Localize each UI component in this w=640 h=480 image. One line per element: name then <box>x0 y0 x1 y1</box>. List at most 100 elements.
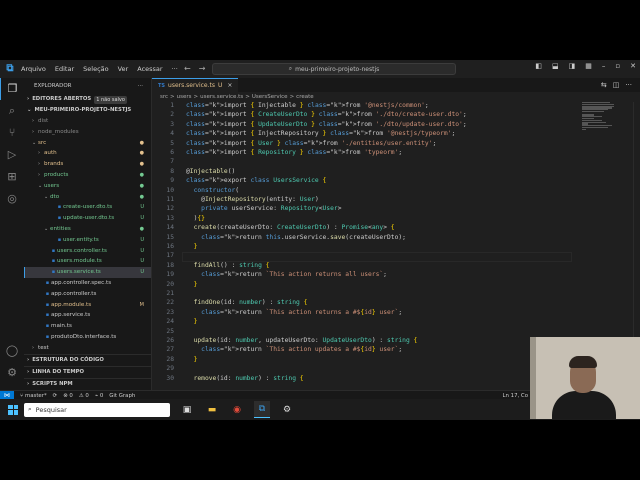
tree-folder[interactable]: › test <box>24 343 151 354</box>
code-line[interactable]: class="k">return this.userService.save(c… <box>186 234 406 241</box>
menu-go[interactable]: Acessar <box>136 65 163 73</box>
tree-folder[interactable]: ⌄ dto ● <box>24 192 151 203</box>
code-line[interactable]: class="k">return `This action returns a … <box>186 309 402 316</box>
breadcrumb-item[interactable]: src <box>160 92 168 102</box>
menu-edit[interactable]: Editar <box>54 65 75 73</box>
tab-users-service[interactable]: TS users.service.ts U × <box>152 78 239 92</box>
chrome-icon[interactable]: ◉ <box>229 402 245 418</box>
code-line[interactable]: private userService: Repository<User> <box>186 205 341 212</box>
code-line[interactable]: } <box>186 318 198 325</box>
explorer-icon[interactable]: ❐ <box>0 78 24 100</box>
taskbar-search[interactable]: ⌕ Pesquisar <box>24 402 170 417</box>
timeline-section[interactable]: › LINHA DO TEMPO <box>24 366 151 378</box>
code-line[interactable]: class="k">import { User } class="k">from… <box>186 140 436 147</box>
maximize-icon[interactable]: ▫ <box>615 62 620 70</box>
customize-layout-icon[interactable]: ▦ <box>585 62 592 70</box>
code-line[interactable]: findOne(id: number) : string { <box>186 299 308 306</box>
toggle-panel-icon[interactable]: ⬓ <box>552 62 559 70</box>
vscode-taskbar-icon[interactable]: ⧉ <box>254 401 270 418</box>
npm-scripts-section[interactable]: › SCRIPTS NPM <box>24 378 151 390</box>
tree-folder[interactable]: › brands ● <box>24 159 151 170</box>
tree-file[interactable]: ▪ users.controller.ts U <box>24 246 151 257</box>
tree-folder[interactable]: ⌄ entities ● <box>24 224 151 235</box>
tree-file[interactable]: ▪ users.service.ts U <box>24 267 151 278</box>
code-line[interactable]: class="k">return `This action returns al… <box>186 271 387 278</box>
split-editor-icon[interactable]: ◫ <box>613 81 620 89</box>
windows-start-icon[interactable] <box>8 404 18 415</box>
tree-folder[interactable]: › node_modules <box>24 127 151 138</box>
code-line[interactable]: update(id: number, updateUserDto: Update… <box>186 337 418 344</box>
sync-icon[interactable]: ⟳ <box>53 393 58 399</box>
account-icon[interactable]: ◯ <box>0 340 24 362</box>
minimize-icon[interactable]: – <box>602 62 606 70</box>
menu-more[interactable]: ··· <box>171 65 179 73</box>
menu-view[interactable]: Ver <box>117 65 130 73</box>
minimap[interactable] <box>582 102 622 162</box>
tree-folder[interactable]: › products ● <box>24 170 151 181</box>
tree-file[interactable]: ▪ produtoDto.interface.ts <box>24 332 151 343</box>
tree-folder[interactable]: ⌄ src ● <box>24 138 151 149</box>
git-graph-status[interactable]: Git Graph <box>109 393 135 399</box>
tree-file[interactable]: ▪ main.ts <box>24 321 151 332</box>
toggle-secondary-sidebar-icon[interactable]: ◨ <box>569 62 576 70</box>
tree-file[interactable]: ▪ user.entity.ts U <box>24 235 151 246</box>
code-line[interactable]: class="k">import { Injectable } class="k… <box>186 102 429 109</box>
run-debug-icon[interactable]: ▷ <box>0 144 24 166</box>
menu-selection[interactable]: Seleção <box>82 65 109 73</box>
remote-explorer-icon[interactable]: ◎ <box>0 188 24 210</box>
more-actions-icon[interactable]: ··· <box>625 81 632 89</box>
breadcrumb-item[interactable]: users.service.ts <box>200 92 243 102</box>
open-editors-section[interactable]: › EDITORES ABERTOS 1 não salvo <box>24 94 151 105</box>
tree-folder[interactable]: › auth ● <box>24 148 151 159</box>
ports-status[interactable]: ⌁ 0 <box>95 393 103 399</box>
manage-gear-icon[interactable]: ⚙ <box>0 362 24 384</box>
code-line[interactable]: class="k">import { InjectRepository } cl… <box>186 130 455 137</box>
command-center[interactable]: ⌕ meu-primeiro-projeto-nestjs <box>212 63 456 75</box>
open-changes-icon[interactable]: ⇆ <box>601 81 607 89</box>
menu-file[interactable]: Arquivo <box>20 65 47 73</box>
code-line[interactable]: } <box>186 243 198 250</box>
forward-arrow-icon[interactable]: → <box>199 64 206 73</box>
tree-folder[interactable]: ⌄ users ● <box>24 181 151 192</box>
extensions-icon[interactable]: ⊞ <box>0 166 24 188</box>
code-line[interactable]: class="k">export class UsersService { <box>186 177 326 184</box>
search-view-icon[interactable]: ⌕ <box>0 100 24 122</box>
more-actions-icon[interactable]: ··· <box>138 78 143 94</box>
task-view-icon[interactable]: ▣ <box>179 402 195 418</box>
tree-file[interactable]: ▪ app.controller.spec.ts <box>24 278 151 289</box>
cursor-position[interactable]: Ln 17, Co <box>503 393 528 399</box>
code-line[interactable]: class="k">return `This action updates a … <box>186 346 402 353</box>
code-line[interactable]: @InjectRepository(entity: User) <box>186 196 319 203</box>
errors-status[interactable]: ⊗ 0 <box>63 393 73 399</box>
tree-file[interactable]: ▪ app.controller.ts <box>24 289 151 300</box>
code-line[interactable]: constructor( <box>186 187 240 194</box>
code-line[interactable]: @Injectable() <box>186 168 235 175</box>
code-line[interactable]: class="k">import { UpdateUserDto } class… <box>186 121 467 128</box>
file-explorer-icon[interactable]: ▬ <box>204 402 220 418</box>
code-line[interactable]: class="k">import { CreateUserDto } class… <box>186 111 467 118</box>
code-line[interactable]: remove(id: number) : string { <box>186 375 304 382</box>
outline-section[interactable]: › ESTRUTURA DO CÓDIGO <box>24 354 151 366</box>
code-line[interactable]: findAll() : string { <box>186 262 270 269</box>
close-tab-icon[interactable]: × <box>227 82 232 89</box>
tree-file[interactable]: ▪ users.module.ts U <box>24 256 151 267</box>
code-line[interactable]: } <box>186 281 198 288</box>
breadcrumb-item[interactable]: UsersService <box>252 92 288 102</box>
breadcrumb-item[interactable]: users <box>177 92 192 102</box>
code-line[interactable]: class="k">import { Repository } class="k… <box>186 149 402 156</box>
code-line[interactable]: } <box>186 356 198 363</box>
tree-folder[interactable]: › dist <box>24 116 151 127</box>
settings-gear-icon[interactable]: ⚙ <box>279 402 295 418</box>
project-section[interactable]: ⌄ MEU-PRIMEIRO-PROJETO-NESTJS <box>24 105 151 116</box>
code-line[interactable]: create(createUserDto: CreateUserDto) : P… <box>186 224 395 231</box>
tree-file[interactable]: ▪ app.service.ts <box>24 310 151 321</box>
warnings-status[interactable]: ⚠ 0 <box>79 393 89 399</box>
source-control-icon[interactable]: ⑂ <box>0 122 24 144</box>
breadcrumb-item[interactable]: create <box>296 92 313 102</box>
code-editor[interactable]: 1 class="k">import { Injectable } class="… <box>152 102 572 390</box>
branch-status[interactable]: ⑂ master* <box>20 393 47 399</box>
tree-file[interactable]: ▪ update-user.dto.ts U <box>24 213 151 224</box>
code-line[interactable]: ){} <box>186 215 205 222</box>
tree-file[interactable]: ▪ app.module.ts M <box>24 300 151 311</box>
close-window-icon[interactable]: ✕ <box>630 62 636 70</box>
